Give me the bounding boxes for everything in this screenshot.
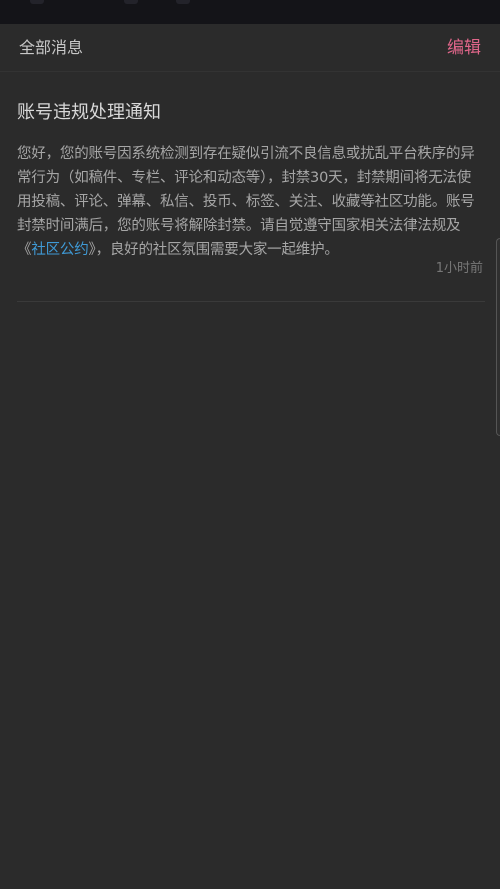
status-indicator: [30, 0, 44, 4]
message-timestamp: 1小时前: [435, 261, 483, 276]
status-bar: [0, 0, 500, 24]
edit-button[interactable]: 编辑: [447, 36, 481, 60]
scrollbar-handle[interactable]: [496, 238, 500, 436]
status-indicator: [124, 0, 138, 4]
status-indicator: [176, 0, 190, 4]
message-item[interactable]: 账号违规处理通知 您好，您的账号因系统检测到存在疑似引流不良信息或扰乱平台秩序的…: [17, 72, 485, 302]
message-body-text-end: 》，良好的社区氛围需要大家一起维护。: [88, 242, 339, 258]
community-rules-link[interactable]: 社区公约: [31, 242, 88, 258]
message-title: 账号违规处理通知: [17, 102, 161, 123]
top-nav-bar: 全部消息 编辑: [0, 24, 500, 72]
message-body: 您好，您的账号因系统检测到存在疑似引流不良信息或扰乱平台秩序的异常行为（如稿件、…: [17, 142, 485, 262]
page-title: 全部消息: [19, 38, 84, 57]
